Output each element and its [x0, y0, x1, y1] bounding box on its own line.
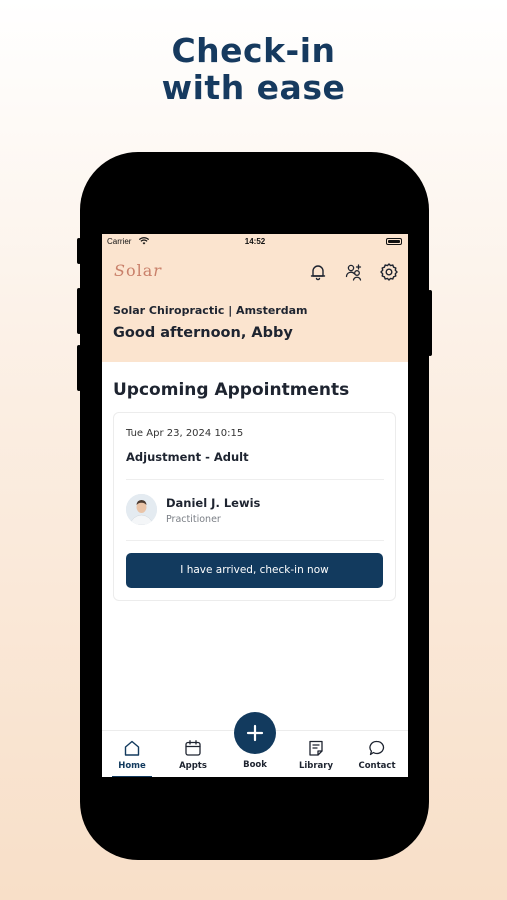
- tab-contact-label: Contact: [358, 761, 396, 771]
- app-screen: Carrier 14:52 Solar Solar Chiropractic |: [102, 234, 408, 777]
- practitioner-role: Practitioner: [166, 514, 221, 525]
- chat-icon: [369, 740, 385, 756]
- tab-home[interactable]: Home: [104, 731, 160, 777]
- clinic-name: Solar Chiropractic | Amsterdam: [113, 304, 308, 317]
- active-tab-indicator: [112, 776, 152, 777]
- tab-book-label: Book: [243, 760, 267, 770]
- book-fab-button[interactable]: [234, 712, 276, 754]
- status-time: 14:52: [244, 237, 266, 246]
- gear-icon[interactable]: [379, 262, 399, 282]
- tab-contact[interactable]: Contact: [349, 731, 405, 777]
- tab-library[interactable]: Library: [288, 731, 344, 777]
- appointment-type: Adjustment - Adult: [126, 450, 249, 464]
- check-in-button[interactable]: I have arrived, check-in now: [126, 553, 383, 588]
- greeting-text: Good afternoon, Abby: [113, 325, 293, 341]
- library-icon: [309, 740, 323, 756]
- calendar-icon: [185, 740, 201, 756]
- avatar: [126, 494, 157, 525]
- tab-library-label: Library: [298, 761, 334, 771]
- headline-line-2: with ease: [161, 68, 346, 107]
- plus-icon: [246, 724, 264, 742]
- bell-icon[interactable]: [308, 262, 328, 282]
- appointment-datetime: Tue Apr 23, 2024 10:15: [126, 428, 244, 439]
- card-divider: [126, 540, 384, 541]
- app-header: Solar Solar Chiropractic | Amsterdam Goo…: [102, 250, 408, 362]
- home-icon: [124, 740, 140, 756]
- marketing-headline: Check-in with ease: [0, 32, 507, 106]
- appointment-card[interactable]: Tue Apr 23, 2024 10:15 Adjustment - Adul…: [113, 412, 396, 601]
- status-bar: Carrier 14:52: [102, 234, 408, 250]
- section-title: Upcoming Appointments: [113, 380, 350, 400]
- card-divider: [126, 479, 384, 480]
- practitioner-photo: [126, 494, 157, 525]
- tab-appts-label: Appts: [179, 761, 207, 771]
- users-icon[interactable]: [344, 262, 364, 282]
- practitioner-name: Daniel J. Lewis: [166, 496, 261, 510]
- headline-line-1: Check-in: [171, 31, 336, 70]
- tab-home-label: Home: [118, 761, 146, 771]
- battery-icon: [386, 238, 402, 245]
- tab-appts[interactable]: Appts: [165, 731, 221, 777]
- solar-logo: Solar: [114, 261, 162, 280]
